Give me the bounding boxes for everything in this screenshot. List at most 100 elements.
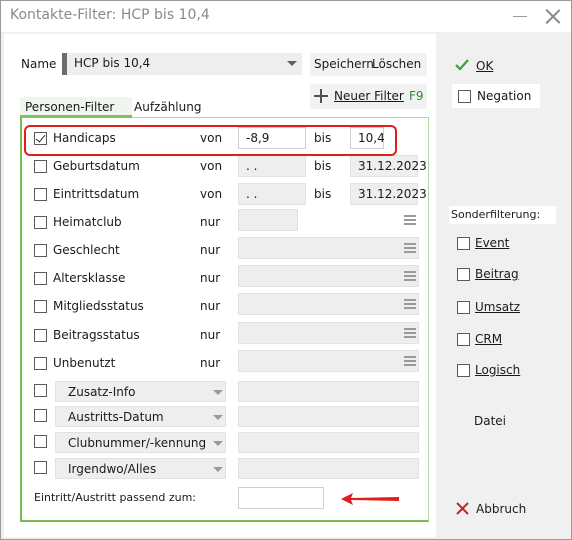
- special-option-checkbox[interactable]: [457, 364, 470, 377]
- special-option-checkbox[interactable]: [457, 301, 470, 314]
- list-icon[interactable]: [404, 243, 416, 253]
- title-bar: Kontakte-Filter: HCP bis 10,4: [1, 1, 571, 32]
- row-value-input[interactable]: [238, 237, 419, 259]
- filter-main-area: Name HCP bis 10,4 Speichern Löschen Neue…: [4, 34, 436, 537]
- row-from-input[interactable]: . .: [238, 183, 306, 205]
- row-operator: nur: [200, 299, 221, 313]
- criterion-select-value: Clubnummer/-kennung: [68, 436, 207, 450]
- row-checkbox[interactable]: [34, 272, 47, 285]
- special-option-label[interactable]: Umsatz: [475, 300, 520, 314]
- row-operator: von: [200, 187, 223, 201]
- highlight-frame: [24, 125, 397, 156]
- row-operator: nur: [200, 215, 221, 229]
- criterion-select[interactable]: Zusatz-Info: [55, 381, 226, 402]
- row-from-value: . .: [246, 159, 258, 173]
- arrow-left-icon: [341, 493, 399, 505]
- window-title: Kontakte-Filter: HCP bis 10,4: [10, 7, 210, 23]
- list-icon[interactable]: [404, 271, 416, 281]
- criterion-value-input[interactable]: [238, 381, 419, 402]
- ok-button[interactable]: OK: [455, 57, 505, 75]
- criterion-select[interactable]: Clubnummer/-kennung: [55, 432, 226, 453]
- row-checkbox[interactable]: [34, 216, 47, 229]
- close-icon[interactable]: [545, 8, 561, 24]
- filter-name-select[interactable]: HCP bis 10,4: [62, 53, 302, 75]
- x-icon: [456, 502, 469, 515]
- list-icon[interactable]: [404, 356, 416, 366]
- row-label: Heimatclub: [53, 215, 122, 229]
- special-option-checkbox[interactable]: [457, 268, 470, 281]
- new-filter-button[interactable]: Neuer Filter F9: [310, 84, 427, 109]
- special-option-checkbox[interactable]: [457, 333, 470, 346]
- match-label: Eintritt/Austritt passend zum:: [34, 491, 197, 504]
- chevron-down-icon: [213, 441, 223, 446]
- row-to-input[interactable]: 31.12.2023: [350, 155, 427, 177]
- special-option-label[interactable]: CRM: [475, 332, 502, 346]
- cancel-label: Abbruch: [476, 502, 527, 516]
- check-icon: [455, 59, 469, 71]
- list-icon[interactable]: [404, 328, 416, 338]
- row-label: Beitragsstatus: [53, 328, 140, 342]
- new-filter-shortcut: F9: [409, 89, 424, 103]
- row-checkbox[interactable]: [34, 160, 47, 173]
- row-checkbox[interactable]: [34, 409, 47, 422]
- new-filter-label: Neuer Filter: [334, 89, 404, 103]
- row-value-input[interactable]: [238, 322, 419, 344]
- row-checkbox[interactable]: [34, 435, 47, 448]
- delete-button[interactable]: Löschen: [372, 57, 421, 71]
- row-checkbox[interactable]: [34, 461, 47, 474]
- list-icon[interactable]: [404, 299, 416, 309]
- special-option-checkbox[interactable]: [457, 237, 470, 250]
- tab-personen-filter[interactable]: Personen-Filter: [20, 97, 132, 118]
- row-to-input[interactable]: 31.12.2023: [350, 183, 427, 205]
- negation-label: Negation: [477, 89, 532, 103]
- row-label: Geburtsdatum: [53, 159, 140, 173]
- negation-checkbox[interactable]: [458, 90, 471, 103]
- row-checkbox[interactable]: [34, 384, 47, 397]
- tab-aufzaehlung[interactable]: Aufzählung: [134, 100, 201, 114]
- row-from-value: . .: [246, 187, 258, 201]
- criterion-select-value: Zusatz-Info: [68, 385, 136, 399]
- ok-label: OK: [476, 59, 494, 73]
- row-checkbox[interactable]: [34, 188, 47, 201]
- row-operator: von: [200, 159, 223, 173]
- match-input[interactable]: [238, 487, 324, 509]
- criterion-value-input[interactable]: [238, 458, 419, 479]
- row-checkbox[interactable]: [34, 244, 47, 257]
- row-value-input[interactable]: [238, 293, 419, 315]
- row-operator-to: bis: [314, 159, 332, 173]
- list-icon[interactable]: [404, 215, 416, 225]
- special-option-label[interactable]: Logisch: [475, 363, 520, 377]
- criterion-select[interactable]: Irgendwo/Alles: [55, 458, 226, 479]
- criterion-select-value: Irgendwo/Alles: [68, 462, 157, 476]
- row-value-input[interactable]: [238, 350, 419, 372]
- save-button[interactable]: Speichern: [314, 57, 374, 71]
- special-filter-header: Sonderfilterung:: [449, 206, 556, 224]
- minimize-icon[interactable]: [513, 9, 527, 23]
- criterion-select[interactable]: Austritts-Datum: [55, 406, 226, 427]
- special-option-label[interactable]: Event: [475, 236, 509, 250]
- criterion-value-input[interactable]: [238, 406, 419, 427]
- row-operator: nur: [200, 243, 221, 257]
- row-label: Unbenutzt: [53, 356, 116, 370]
- row-to-value: 31.12.2023: [358, 159, 427, 173]
- row-label: Eintrittsdatum: [53, 187, 140, 201]
- row-checkbox[interactable]: [34, 329, 47, 342]
- criterion-select-value: Austritts-Datum: [68, 410, 164, 424]
- row-value-input[interactable]: [238, 209, 298, 231]
- negation-toggle[interactable]: Negation: [452, 84, 540, 108]
- row-checkbox[interactable]: [34, 357, 47, 370]
- chevron-down-icon: [213, 415, 223, 420]
- row-operator: nur: [200, 328, 221, 342]
- cancel-button[interactable]: Abbruch: [456, 500, 536, 518]
- row-operator: nur: [200, 356, 221, 370]
- chevron-down-icon: [287, 61, 297, 66]
- save-delete-bar: Speichern Löschen: [310, 53, 427, 76]
- row-checkbox[interactable]: [34, 300, 47, 313]
- row-value-input[interactable]: [238, 265, 419, 287]
- side-panel: OK Negation Sonderfilterung: Event Beitra…: [437, 34, 570, 537]
- special-option-label[interactable]: Beitrag: [475, 267, 519, 281]
- file-button[interactable]: Datei: [474, 414, 506, 428]
- criterion-value-input[interactable]: [238, 432, 419, 453]
- row-label: Mitgliedsstatus: [53, 299, 144, 313]
- row-from-input[interactable]: . .: [238, 155, 306, 177]
